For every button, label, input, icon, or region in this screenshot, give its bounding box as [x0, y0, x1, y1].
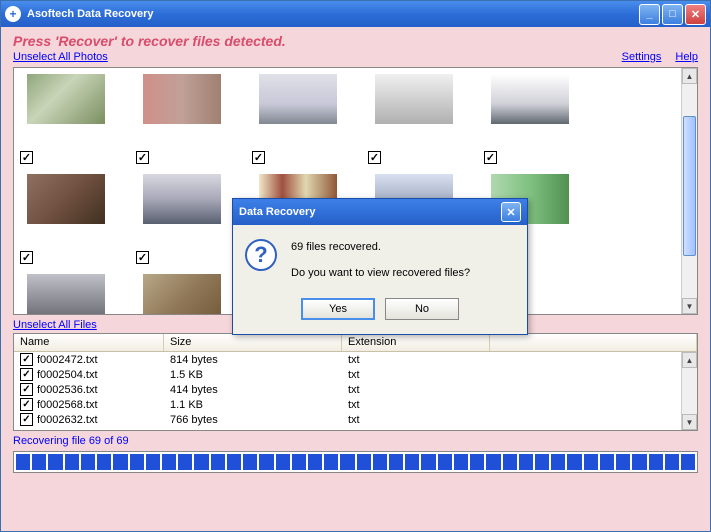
dialog-body: ? 69 files recovered. Do you want to vie…	[233, 225, 527, 292]
file-size: 414 bytes	[164, 384, 342, 396]
photo-item[interactable]	[136, 174, 228, 246]
dialog-text: 69 files recovered. Do you want to view …	[291, 239, 470, 282]
help-link[interactable]: Help	[675, 51, 698, 63]
column-header-name[interactable]: Name	[14, 334, 164, 351]
photo-item[interactable]	[484, 74, 576, 146]
status-text: Recovering file 69 of 69	[1, 431, 710, 449]
dialog-title: Data Recovery	[239, 206, 501, 218]
photo-thumbnail	[143, 174, 221, 224]
maximize-button[interactable]: □	[662, 4, 683, 25]
question-icon: ?	[245, 239, 277, 271]
file-row[interactable]: f0002536.txt 414 bytes txt	[14, 382, 697, 397]
file-list: Name Size Extension f0002472.txt 814 byt…	[13, 333, 698, 431]
file-size: 1.5 KB	[164, 369, 342, 381]
photo-item[interactable]	[136, 74, 228, 146]
photo-checkbox[interactable]	[136, 251, 149, 264]
file-name: f0002472.txt	[37, 354, 98, 366]
file-extension: txt	[342, 384, 490, 396]
photo-checkbox[interactable]	[136, 151, 149, 164]
file-row[interactable]: f0002472.txt 814 bytes txt	[14, 352, 697, 367]
photo-item[interactable]	[368, 74, 460, 146]
column-header-spare	[490, 334, 697, 351]
photo-thumbnail	[259, 74, 337, 124]
scroll-down-button[interactable]: ▼	[682, 414, 697, 430]
unselect-all-files-link[interactable]: Unselect All Files	[13, 319, 97, 331]
file-name: f0002632.txt	[37, 414, 98, 426]
photo-checkbox[interactable]	[368, 151, 381, 164]
column-header-size[interactable]: Size	[164, 334, 342, 351]
unselect-all-photos-link[interactable]: Unselect All Photos	[13, 51, 108, 63]
dialog-titlebar: Data Recovery ✕	[233, 199, 527, 225]
photo-item[interactable]	[252, 74, 344, 146]
file-size: 814 bytes	[164, 354, 342, 366]
scroll-up-button[interactable]: ▲	[682, 68, 697, 84]
scroll-thumb[interactable]	[683, 116, 696, 256]
file-row[interactable]: f0002504.txt 1.5 KB txt	[14, 367, 697, 382]
photo-thumbnail	[27, 274, 105, 315]
scroll-down-button[interactable]: ▼	[682, 298, 697, 314]
file-checkbox[interactable]	[20, 353, 33, 366]
photo-thumbnail	[491, 74, 569, 124]
photo-thumbnail	[375, 74, 453, 124]
file-row[interactable]: f0002632.txt 766 bytes txt	[14, 412, 697, 427]
file-size: 1.1 KB	[164, 399, 342, 411]
file-extension: txt	[342, 414, 490, 426]
file-extension: txt	[342, 369, 490, 381]
no-button[interactable]: No	[385, 298, 459, 320]
photo-thumbnail	[27, 74, 105, 124]
photo-thumbnail	[143, 74, 221, 124]
file-checkbox[interactable]	[20, 368, 33, 381]
file-name: f0002568.txt	[37, 399, 98, 411]
column-header-extension[interactable]: Extension	[342, 334, 490, 351]
file-checkbox[interactable]	[20, 413, 33, 426]
photo-checkbox[interactable]	[20, 251, 33, 264]
dialog-buttons: Yes No	[233, 292, 527, 334]
photo-item[interactable]	[136, 274, 228, 315]
file-scrollbar[interactable]: ▲ ▼	[681, 352, 697, 430]
scroll-up-button[interactable]: ▲	[682, 352, 697, 368]
file-list-header: Name Size Extension	[14, 334, 697, 352]
file-name: f0002536.txt	[37, 384, 98, 396]
progress-bar	[13, 451, 698, 473]
photo-scrollbar[interactable]: ▲ ▼	[681, 68, 697, 314]
instruction-text: Press 'Recover' to recover files detecte…	[1, 27, 710, 51]
dialog-close-button[interactable]: ✕	[501, 202, 521, 222]
photo-item[interactable]	[20, 274, 112, 315]
recovery-dialog: Data Recovery ✕ ? 69 files recovered. Do…	[232, 198, 528, 335]
file-name: f0002504.txt	[37, 369, 98, 381]
photo-checkbox[interactable]	[252, 151, 265, 164]
minimize-button[interactable]: _	[639, 4, 660, 25]
file-row[interactable]: f0002568.txt 1.1 KB txt	[14, 397, 697, 412]
file-rows: f0002472.txt 814 bytes txt f0002504.txt …	[14, 352, 697, 427]
yes-button[interactable]: Yes	[301, 298, 375, 320]
close-button[interactable]: ✕	[685, 4, 706, 25]
file-extension: txt	[342, 354, 490, 366]
file-checkbox[interactable]	[20, 398, 33, 411]
photo-thumbnail	[27, 174, 105, 224]
window-title: Asoftech Data Recovery	[27, 8, 637, 20]
photo-checkbox[interactable]	[484, 151, 497, 164]
settings-link[interactable]: Settings	[622, 51, 662, 63]
app-icon: +	[5, 6, 21, 22]
photo-item[interactable]	[20, 174, 112, 246]
photo-item[interactable]	[20, 74, 112, 146]
top-links: Unselect All Photos Settings Help	[1, 51, 710, 67]
window-titlebar: + Asoftech Data Recovery _ □ ✕	[1, 1, 710, 27]
file-size: 766 bytes	[164, 414, 342, 426]
photo-thumbnail	[143, 274, 221, 315]
dialog-line2: Do you want to view recovered files?	[291, 265, 470, 283]
file-checkbox[interactable]	[20, 383, 33, 396]
photo-checkbox[interactable]	[20, 151, 33, 164]
file-extension: txt	[342, 399, 490, 411]
dialog-line1: 69 files recovered.	[291, 239, 470, 257]
